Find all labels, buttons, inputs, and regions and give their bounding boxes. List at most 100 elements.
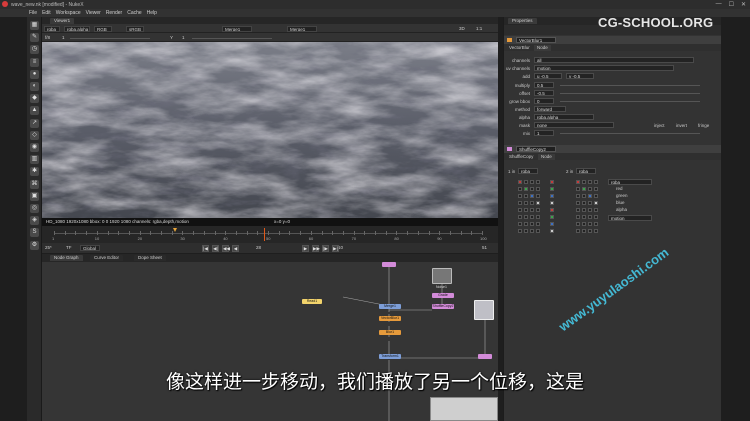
shuffle-checkbox[interactable] [576,180,580,184]
shuffle-checkbox[interactable] [582,194,586,198]
shuffle-checkbox[interactable] [518,229,522,233]
shuffle-checkbox[interactable] [588,194,592,198]
menu-render[interactable]: Render [106,9,122,17]
shuffle-checkbox[interactable] [530,208,534,212]
settings-icon[interactable]: ⚙ [30,240,39,250]
merge-icon[interactable]: ▲ [30,106,39,116]
step-forward-button[interactable]: ▶ [302,244,309,252]
maximize-button[interactable]: ☐ [729,1,734,8]
input-b-dropdown[interactable]: Merge1 [287,25,317,32]
node-transform[interactable]: Transform1 [379,354,401,359]
shuffle-checkbox[interactable] [594,215,598,219]
alpha-channel-dropdown[interactable]: rgba.alpha [64,25,90,32]
shuffle-checkbox[interactable] [530,229,534,233]
shuffle-checkbox[interactable] [550,208,554,212]
shuffle-checkbox[interactable] [524,215,528,219]
first-frame-button[interactable]: |◀ [202,244,209,252]
shuffle-checkbox[interactable] [524,222,528,226]
keyer-icon[interactable]: ◆ [30,94,39,104]
shuffle-checkbox[interactable] [530,201,534,205]
shuffle-checkbox[interactable] [536,194,540,198]
node-read[interactable]: Read1 [302,299,322,304]
shuffle-checkbox[interactable] [588,229,592,233]
shuffle-checkbox[interactable] [524,201,528,205]
shuffle-checkbox[interactable] [530,215,534,219]
shuffle-checkbox[interactable] [550,187,554,191]
menu-viewer[interactable]: Viewer [86,9,101,17]
shuffle-checkbox[interactable] [576,229,580,233]
shuffle-checkbox[interactable] [536,187,540,191]
shuffle-checkbox[interactable] [594,187,598,191]
node-noise-thumb[interactable] [432,268,452,284]
shuffle-checkbox[interactable] [518,194,522,198]
next-keyframe-button[interactable]: |▶ [322,244,329,252]
gain-slider[interactable] [70,38,150,39]
shuffle-checkbox[interactable] [588,180,592,184]
shuffle-checkbox[interactable] [536,201,540,205]
shuffle-checkbox[interactable] [518,222,522,226]
draw-icon[interactable]: ✎ [30,33,39,43]
shuffle-checkbox[interactable] [518,201,522,205]
menu-edit[interactable]: Edit [42,9,51,17]
shuffle-checkbox[interactable] [536,208,540,212]
menu-workspace[interactable]: Workspace [56,9,81,17]
prev-keyframe-button[interactable]: ◀| [212,244,219,252]
tab-dope-sheet[interactable]: Dope Sheet [134,255,166,261]
shuffle-checkbox[interactable] [588,201,592,205]
python-icon[interactable]: S [30,228,39,238]
shuffle-checkbox[interactable] [582,208,586,212]
step-back-button[interactable]: ◀ [232,244,239,252]
shuffle-checkbox[interactable] [582,187,586,191]
ocula-icon[interactable]: ◎ [30,204,39,213]
shuffle-checkbox[interactable] [550,180,554,184]
gamma-slider[interactable] [192,38,272,39]
fstop-label[interactable]: f/8 [45,35,50,41]
shuffle-checkbox[interactable] [594,208,598,212]
menu-file[interactable]: File [29,9,37,17]
timeline-in-marker[interactable] [173,228,177,232]
shuffle-checkbox[interactable] [582,229,586,233]
shuffle-checkbox[interactable] [518,180,522,184]
shuffle-checkbox[interactable] [524,187,528,191]
gain-value[interactable]: 1 [62,35,65,41]
shuffle-checkbox[interactable] [594,222,598,226]
node-thumbnail[interactable] [474,300,494,320]
shuffle-checkbox[interactable] [594,194,598,198]
shuffle-checkbox[interactable] [550,194,554,198]
play-forward-button[interactable]: ▶▶ [312,244,320,252]
3d-icon[interactable]: ◇ [30,130,39,140]
tf-label[interactable]: TF [66,245,72,251]
tab-node-graph[interactable]: Node Graph [50,255,83,261]
transform-icon[interactable]: ↗ [30,118,39,128]
gamma-value[interactable]: 1 [182,35,185,41]
shuffle-checkbox[interactable] [588,187,592,191]
color-icon[interactable]: ● [30,69,39,79]
shuffle-checkbox[interactable] [536,222,540,226]
filter-icon[interactable]: ◐ [30,82,39,91]
menu-help[interactable]: Help [147,9,157,17]
input-a-dropdown[interactable]: Merge1 [222,25,252,32]
metadata-icon[interactable]: ▥ [30,155,39,165]
shuffle-checkbox[interactable] [576,187,580,191]
current-frame-field[interactable]: 28 [256,245,261,251]
y-toggle[interactable]: Y [170,35,173,41]
node-grade[interactable]: Grade [432,293,454,298]
furnace-icon[interactable]: ▣ [30,191,39,201]
node-right[interactable] [478,354,492,359]
image-icon[interactable]: ▦ [30,21,39,30]
time-icon[interactable]: ◷ [30,45,39,55]
node-merge[interactable]: Merge1 [379,304,401,309]
tab-curve-editor[interactable]: Curve Editor [90,255,124,261]
shuffle-checkbox[interactable] [576,208,580,212]
zoom-label[interactable]: 1:1 [476,26,482,32]
shuffle-checkbox[interactable] [594,180,598,184]
views-icon[interactable]: ◉ [30,143,39,152]
range-mode-dropdown[interactable]: Global [80,244,100,251]
shuffle-checkbox[interactable] [550,215,554,219]
shuffle-checkbox[interactable] [582,215,586,219]
shuffle-matrix[interactable] [504,17,722,257]
node-blur[interactable]: Blur1 [379,330,401,335]
shuffle-checkbox[interactable] [524,194,528,198]
view-mode-label[interactable]: 3D [459,26,465,32]
shuffle-checkbox[interactable] [582,222,586,226]
